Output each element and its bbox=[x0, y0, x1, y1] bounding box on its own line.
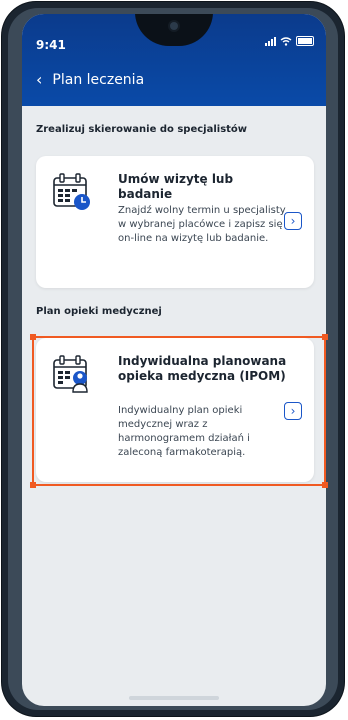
calendar-clock-icon bbox=[53, 173, 90, 210]
section-title-referrals: Zrealizuj skierowanie do specjalistów bbox=[36, 124, 248, 135]
nav-bar: ‹ Plan leczenia bbox=[36, 72, 145, 89]
chevron-right-icon[interactable]: › bbox=[284, 212, 302, 230]
highlight-corner bbox=[30, 334, 36, 340]
highlight-corner bbox=[322, 334, 328, 340]
page-title: Plan leczenia bbox=[52, 72, 145, 88]
status-time: 9:41 bbox=[36, 38, 66, 52]
signal-icon bbox=[265, 36, 276, 46]
card-book-visit[interactable]: Umów wizytę lub badanie Znajdź wolny ter… bbox=[36, 156, 314, 288]
app-header: 9:41 ‹ Plan leczenia bbox=[22, 14, 326, 106]
home-indicator bbox=[129, 696, 219, 700]
card-description: Znajdź wolny termin u specjalisty w wybr… bbox=[118, 205, 286, 244]
selection-highlight bbox=[30, 334, 328, 488]
battery-icon bbox=[296, 36, 314, 46]
card-title: Umów wizytę lub badanie bbox=[118, 172, 234, 201]
status-icons bbox=[265, 36, 314, 46]
camera-icon bbox=[170, 22, 178, 30]
highlight-corner bbox=[322, 482, 328, 488]
wifi-icon bbox=[280, 36, 292, 46]
section-title-care-plan: Plan opieki medycznej bbox=[36, 306, 162, 317]
back-arrow-icon[interactable]: ‹ bbox=[36, 72, 42, 88]
camera-notch bbox=[135, 14, 213, 46]
highlight-corner bbox=[30, 482, 36, 488]
